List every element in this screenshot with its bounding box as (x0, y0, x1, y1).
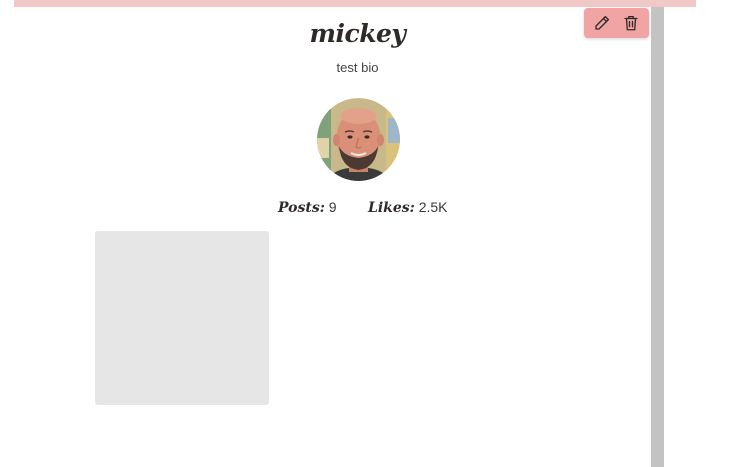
avatar-image (317, 98, 400, 181)
likes-label: Likes: (368, 200, 415, 216)
likes-count: 2.5K (418, 199, 448, 215)
post-thumbnail[interactable] (95, 231, 269, 405)
top-band (14, 0, 696, 7)
scrollbar[interactable] (651, 7, 664, 467)
posts-label: Posts: (278, 200, 325, 216)
profile-bio: test bio (336, 60, 379, 75)
likes-stat: Likes: 2.5K (368, 199, 448, 216)
posts-count: 9 (328, 199, 337, 215)
avatar (317, 98, 400, 181)
posts-stat: Posts: 9 (278, 199, 337, 216)
profile-username: mickey (309, 19, 406, 48)
